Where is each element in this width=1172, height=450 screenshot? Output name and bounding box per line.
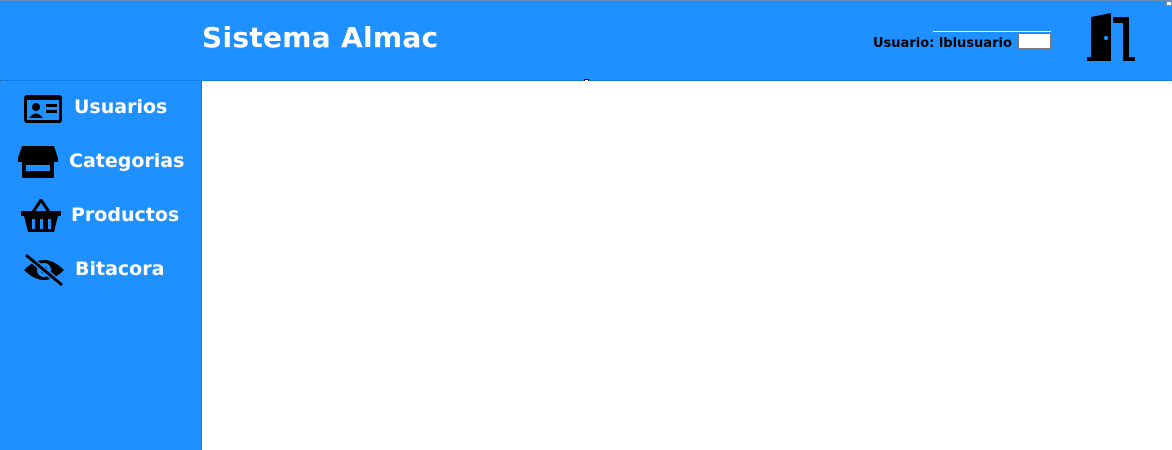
sidebar: Usuarios Categorias Productos Bitacora bbox=[0, 81, 202, 450]
exit-button[interactable] bbox=[1083, 13, 1143, 65]
basket-icon bbox=[21, 199, 61, 232]
sidebar-item-bitacora[interactable]: Bitacora bbox=[0, 248, 202, 292]
sidebar-item-label: Categorias bbox=[69, 150, 185, 172]
corner-handle bbox=[1166, 1, 1172, 6]
sidebar-item-label: Bitacora bbox=[75, 258, 165, 280]
store-icon bbox=[18, 146, 58, 178]
sidebar-item-usuarios[interactable]: Usuarios bbox=[0, 86, 202, 130]
header-bar: Sistema Almac Usuario: lblusuario bbox=[0, 0, 1172, 84]
content-panel bbox=[203, 81, 1172, 450]
sidebar-item-label: Productos bbox=[71, 204, 180, 226]
user-label: Usuario: lblusuario bbox=[873, 36, 1012, 51]
sidebar-item-productos[interactable]: Productos bbox=[0, 194, 202, 238]
sidebar-item-categorias[interactable]: Categorias bbox=[0, 140, 202, 184]
door-exit-icon bbox=[1087, 13, 1135, 61]
user-textbox[interactable] bbox=[1018, 33, 1051, 49]
divider bbox=[933, 31, 1051, 32]
app-title: Sistema Almac bbox=[202, 21, 439, 54]
id-card-icon bbox=[24, 95, 62, 123]
eye-slash-icon bbox=[24, 253, 64, 287]
sidebar-item-label: Usuarios bbox=[74, 96, 168, 118]
